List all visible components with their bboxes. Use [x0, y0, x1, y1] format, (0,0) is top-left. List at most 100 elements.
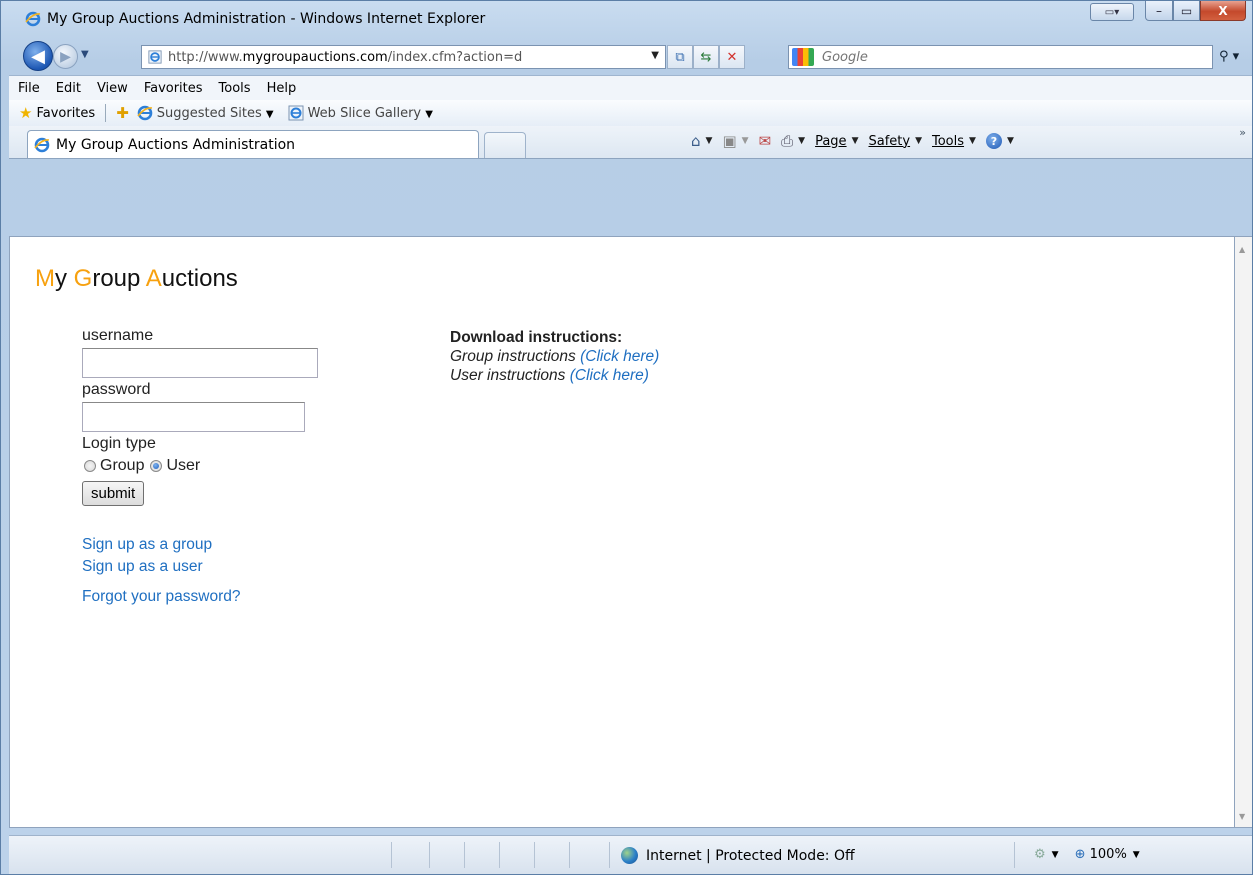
status-divider: [499, 842, 500, 868]
web-slice-gallery-label: Web Slice Gallery: [307, 105, 422, 121]
page-content: My Group Auctions username password Logi…: [9, 236, 1235, 828]
search-input[interactable]: [820, 48, 1124, 66]
navigation-bar: ◀ ▶ ▼ http://www.mygroupauctions.com/ind…: [1, 37, 1252, 75]
status-divider: [569, 842, 570, 868]
chevron-down-icon[interactable]: ▼: [1133, 850, 1140, 860]
favorites-bar: ★ Favorites ✚ Suggested Sites ▼ Web Slic…: [9, 100, 1252, 127]
print-button[interactable]: ⎙ ▼: [781, 132, 805, 150]
page-menu-label: Page: [815, 133, 847, 149]
chevron-down-icon: ▼: [705, 136, 713, 146]
tools-menu[interactable]: Tools ▼: [932, 134, 976, 149]
menu-help[interactable]: Help: [267, 81, 297, 96]
download-instructions: Download instructions: Group instruction…: [450, 328, 659, 385]
window-switcher-button[interactable]: ▭▾: [1090, 3, 1134, 21]
forward-button[interactable]: ▶: [53, 44, 78, 69]
radio-group[interactable]: [84, 460, 96, 472]
title-word: y: [55, 265, 74, 292]
menu-bar: File Edit View Favorites Tools Help: [9, 75, 1252, 101]
suggested-sites-link[interactable]: Suggested Sites ▼: [157, 106, 274, 121]
more-commands-icon[interactable]: »: [1239, 126, 1246, 139]
address-tools: ⧉ ⇆ ✕: [667, 45, 745, 69]
radio-user[interactable]: [150, 460, 163, 472]
ie-logo-icon: [137, 105, 153, 121]
help-menu[interactable]: ? ▼: [985, 133, 1014, 149]
signup-user-link[interactable]: Sign up as a user: [82, 556, 318, 578]
popup-blocker-icon[interactable]: ⚙: [1034, 847, 1046, 862]
address-dropdown-icon[interactable]: ▼: [651, 50, 659, 61]
new-tab-button[interactable]: [484, 132, 526, 158]
rss-icon: ▣: [722, 132, 737, 150]
compatibility-view-button[interactable]: ⧉: [667, 45, 693, 69]
group-instructions-link[interactable]: (Click here): [580, 348, 659, 365]
recent-pages-dropdown[interactable]: ▼: [81, 49, 89, 60]
home-button[interactable]: ⌂ ▼: [691, 132, 712, 150]
search-button[interactable]: ⚲ ▾: [1219, 49, 1239, 64]
chevron-down-icon: ▼: [265, 108, 274, 120]
user-instructions-link[interactable]: (Click here): [570, 367, 649, 384]
menu-edit[interactable]: Edit: [56, 81, 81, 96]
radio-user-label: User: [166, 457, 201, 474]
status-divider: [464, 842, 465, 868]
feeds-button[interactable]: ▣ ▼: [722, 132, 748, 150]
title-bar: My Group Auctions Administration - Windo…: [1, 1, 1252, 37]
title-letter: G: [73, 265, 93, 292]
password-label: password: [82, 381, 151, 398]
favorites-button[interactable]: Favorites: [36, 106, 95, 121]
command-bar: ⌂ ▼ ▣ ▼ ✉ ⎙ ▼ Page ▼ Safety ▼ Tools ▼ ? ▼: [691, 132, 1024, 150]
username-input[interactable]: [82, 348, 318, 378]
url-text[interactable]: http://www.mygroupauctions.com/index.cfm…: [168, 50, 628, 65]
safety-menu[interactable]: Safety ▼: [868, 134, 922, 149]
browser-window: My Group Auctions Administration - Windo…: [0, 0, 1253, 875]
username-label: username: [82, 327, 154, 344]
vertical-scrollbar[interactable]: ▲ ▼: [1235, 236, 1252, 828]
favorites-separator: [105, 104, 107, 122]
menu-favorites[interactable]: Favorites: [144, 81, 203, 96]
signup-group-link[interactable]: Sign up as a group: [82, 534, 318, 556]
window-title: My Group Auctions Administration - Windo…: [47, 11, 486, 27]
page-menu[interactable]: Page ▼: [815, 134, 858, 149]
menu-tools[interactable]: Tools: [219, 81, 251, 96]
broken-page-icon: ⧉: [675, 49, 685, 65]
printer-icon: ⎙: [781, 132, 794, 150]
submit-button[interactable]: submit: [82, 481, 145, 506]
maximize-button[interactable]: ▭: [1173, 1, 1200, 21]
forgot-password-link[interactable]: Forgot your password?: [82, 586, 318, 608]
back-button[interactable]: ◀: [23, 41, 53, 71]
refresh-icon: ⇆: [700, 49, 712, 65]
status-divider: [609, 842, 610, 868]
zoom-level: 100%: [1089, 847, 1127, 862]
tab-my-group-auctions[interactable]: My Group Auctions Administration: [27, 130, 479, 158]
search-box[interactable]: [788, 45, 1213, 69]
url-path: /index.cfm?action=d: [387, 49, 523, 65]
chevron-down-icon: ▼: [798, 136, 806, 146]
tools-menu-label: Tools: [932, 133, 965, 149]
url-prefix: http://www.: [168, 49, 243, 65]
stop-button[interactable]: ✕: [719, 45, 745, 69]
menu-view[interactable]: View: [97, 81, 128, 96]
password-input[interactable]: [82, 402, 305, 432]
refresh-button[interactable]: ⇆: [693, 45, 719, 69]
chevron-down-icon[interactable]: ▼: [1052, 850, 1059, 860]
zoom-icon: ⊕: [1074, 847, 1086, 862]
title-letter: A: [145, 265, 162, 292]
read-mail-button[interactable]: ✉: [759, 132, 772, 150]
zoom-control[interactable]: ⊕ 100%: [1075, 847, 1127, 862]
status-divider: [391, 842, 392, 868]
url-domain: mygroupauctions.com: [242, 49, 388, 65]
status-bar: Internet | Protected Mode: Off ⚙ ▼ ⊕ 100…: [9, 835, 1252, 874]
menu-file[interactable]: File: [18, 81, 40, 96]
close-button[interactable]: X: [1200, 1, 1246, 21]
address-bar[interactable]: http://www.mygroupauctions.com/index.cfm…: [141, 45, 666, 69]
ie-logo-icon: [25, 11, 41, 27]
web-slice-gallery-link[interactable]: Web Slice Gallery ▼: [308, 106, 433, 121]
add-to-favorites-icon[interactable]: ✚: [116, 104, 129, 122]
help-icon: ?: [985, 133, 1002, 149]
scroll-up-icon[interactable]: ▲: [1239, 245, 1245, 254]
minimize-button[interactable]: –: [1145, 1, 1173, 21]
security-zone[interactable]: Internet | Protected Mode: Off: [621, 847, 855, 864]
user-instructions-text: User instructions: [450, 367, 570, 384]
login-form: username password Login type Group User …: [82, 327, 318, 608]
chevron-down-icon: ▼: [425, 108, 433, 120]
home-icon: ⌂: [691, 132, 701, 150]
scroll-down-icon[interactable]: ▼: [1239, 812, 1245, 821]
